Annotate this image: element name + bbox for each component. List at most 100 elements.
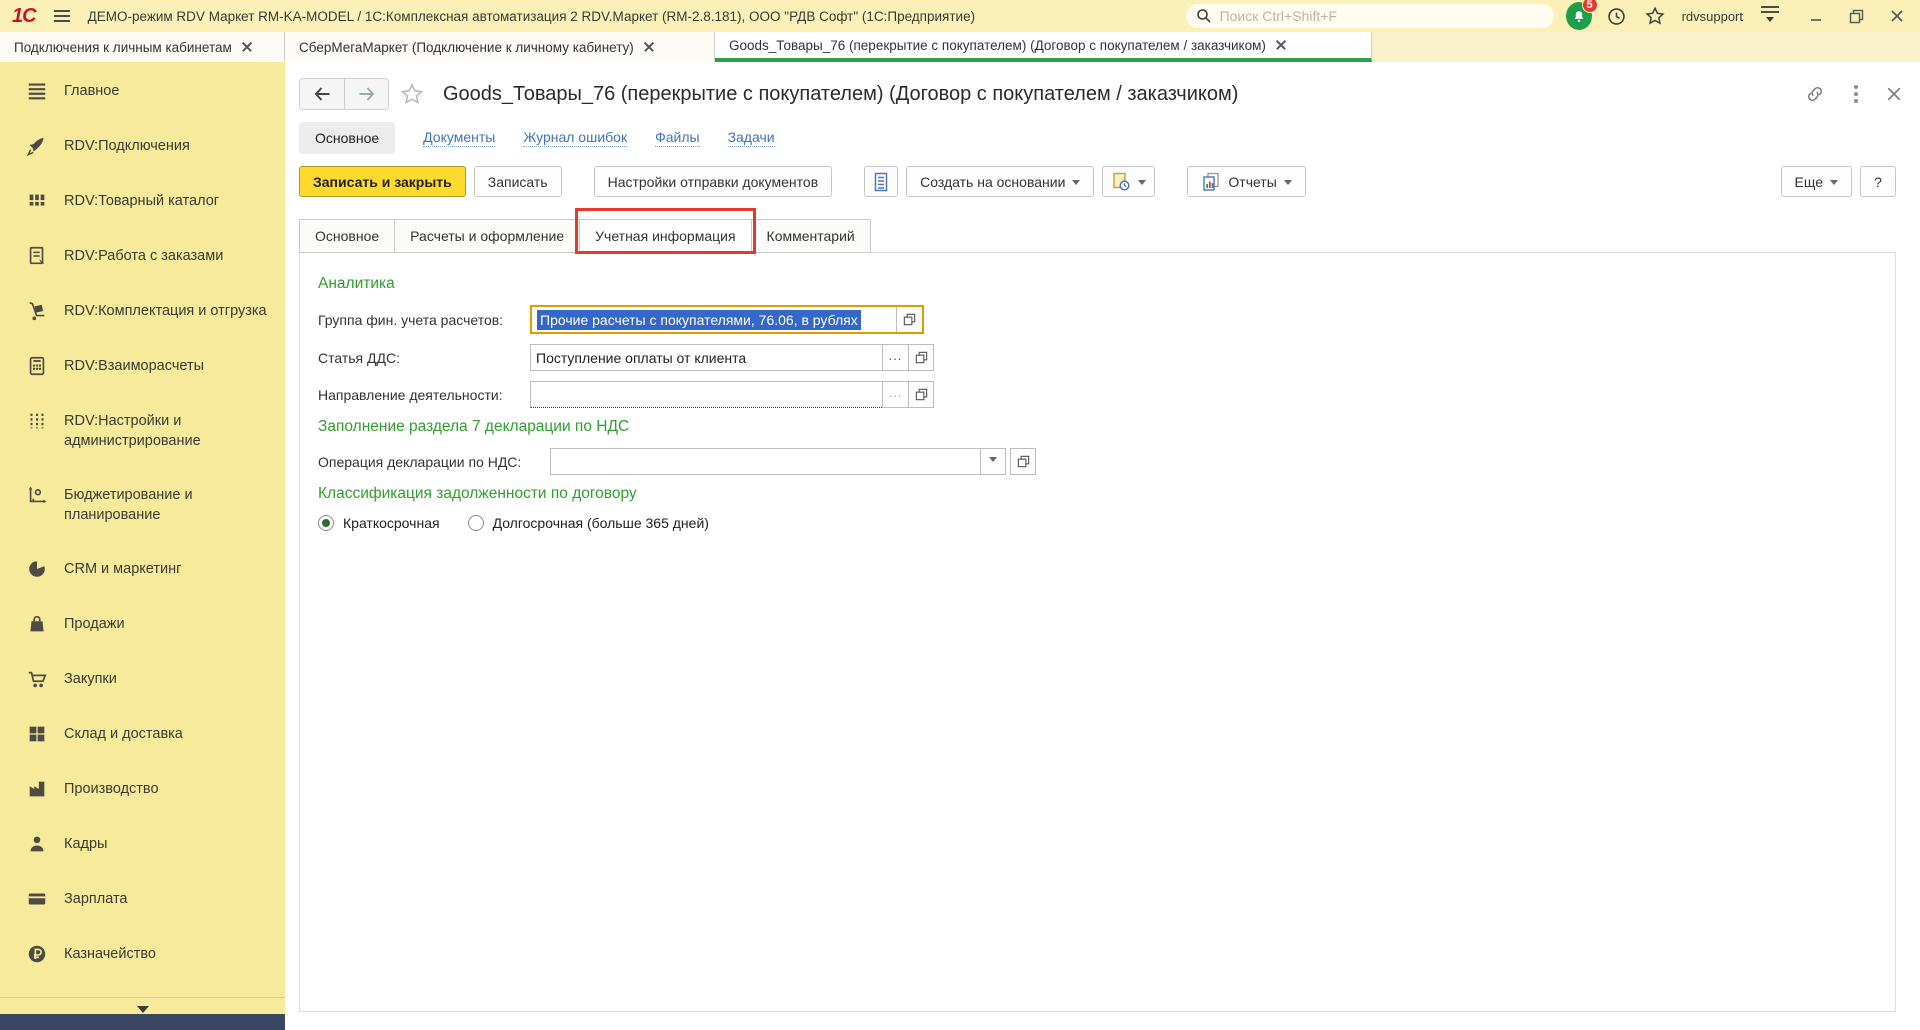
app-title: ДЕМО-режим RDV Маркет RM-KA-MODEL / 1С:К… [87, 8, 976, 24]
activity-field[interactable]: ... [530, 381, 934, 408]
back-button[interactable] [300, 79, 344, 109]
user-menu-button[interactable] [1757, 4, 1783, 28]
sidebar-item-rdv-shipping[interactable]: RDV:Комплектация и отгрузка [0, 284, 285, 339]
form-tab-main[interactable]: Основное [299, 219, 396, 253]
minimize-icon[interactable] [1809, 9, 1823, 23]
sidebar-item-hr[interactable]: Кадры [0, 817, 285, 872]
radio-short-term[interactable]: Краткосрочная [318, 515, 440, 531]
calculator-icon [29, 356, 45, 376]
document-timer-dropdown-button[interactable] [1102, 166, 1156, 197]
forward-button[interactable] [344, 79, 388, 109]
settings-sliders-icon [30, 413, 44, 429]
favorites-button[interactable] [1642, 3, 1668, 29]
close-tab-icon[interactable] [1276, 40, 1286, 50]
dds-select-button[interactable]: ... [882, 344, 908, 371]
window-tab-goods-contract[interactable]: Goods_Товары_76 (перекрытие с покупателе… [715, 32, 1372, 62]
titlebar: 1С ДЕМО-режим RDV Маркет RM-KA-MODEL / 1… [0, 0, 1920, 32]
caret-down-icon [1072, 179, 1081, 189]
help-button[interactable]: ? [1860, 166, 1896, 197]
navlink-main[interactable]: Основное [299, 122, 396, 154]
link-icon[interactable] [1804, 83, 1826, 105]
navlink-tasks[interactable]: Задачи [727, 129, 775, 147]
sidebar-item-crm[interactable]: CRM и маркетинг [0, 542, 285, 597]
radio-long-term[interactable]: Долгосрочная (больше 365 дней) [467, 515, 709, 531]
vat-operation-dropdown-button[interactable] [980, 448, 1006, 475]
toolbar: Записать и закрыть Записать Настройки от… [285, 156, 1920, 205]
dds-value: Поступление оплаты от клиента [536, 349, 747, 366]
form-tab-accounting-info[interactable]: Учетная информация [575, 208, 756, 254]
activity-select-button[interactable]: ... [882, 381, 908, 408]
dds-field[interactable]: Поступление оплаты от клиента ... [530, 344, 934, 371]
fin-group-open-button[interactable] [896, 307, 922, 332]
caret-down-icon [989, 457, 997, 466]
caret-down-icon [1138, 179, 1147, 189]
reports-button[interactable]: Отчеты [1187, 166, 1306, 197]
fin-group-value: Прочие расчеты с покупателями, 76.06, в … [537, 309, 861, 330]
history-button[interactable] [1604, 3, 1630, 29]
activity-open-button[interactable] [908, 381, 934, 408]
sidebar-item-financial-result[interactable]: Финансовый результат и контроллинг [0, 982, 285, 997]
sidebar-item-production[interactable]: Производство [0, 762, 285, 817]
sidebar-item-rdv-admin[interactable]: RDV:Настройки и администрирование [0, 394, 285, 468]
window-tab-connections[interactable]: Подключения к личным кабинетам [0, 32, 285, 62]
dds-open-button[interactable] [908, 344, 934, 371]
sidebar-item-purchases[interactable]: Закупки [0, 652, 285, 707]
sidebar-item-rdv-orders[interactable]: RDV:Работа с заказами [0, 229, 285, 284]
sidebar-item-rdv-catalog[interactable]: RDV:Товарный каталог [0, 174, 285, 229]
vat-operation-field[interactable] [550, 448, 1036, 475]
more-button[interactable]: Еще [1780, 166, 1852, 197]
fin-group-field[interactable]: Прочие расчеты с покупателями, 76.06, в … [530, 305, 924, 334]
order-document-icon [29, 246, 45, 265]
radio-selected-icon [318, 515, 334, 531]
main-menu-icon[interactable] [48, 6, 76, 26]
sidebar-item-sales[interactable]: Продажи [0, 597, 285, 652]
restore-window-icon[interactable] [1849, 9, 1864, 24]
vat-operation-open-button[interactable] [1010, 448, 1036, 475]
debt-classification-radios: Краткосрочная Долгосрочная (больше 365 д… [318, 515, 1895, 531]
save-and-close-button[interactable]: Записать и закрыть [299, 166, 466, 197]
register-list-icon [874, 172, 888, 191]
factory-icon [29, 781, 45, 797]
send-settings-button[interactable]: Настройки отправки документов [593, 166, 833, 197]
1c-logo: 1С [12, 4, 37, 27]
close-window-icon[interactable] [1890, 9, 1904, 23]
sidebar-item-rdv-connections[interactable]: RDV:Подключения [0, 119, 285, 174]
sidebar-item-payroll[interactable]: Зарплата [0, 872, 285, 927]
menu-lines-icon [28, 83, 46, 100]
open-icon [903, 313, 916, 326]
notification-badge: 5 [1581, 0, 1598, 13]
handtruck-icon [29, 301, 45, 321]
more-options-icon[interactable] [1850, 85, 1862, 103]
sidebar-item-main[interactable]: Главное [0, 64, 285, 119]
form-tab-calculations[interactable]: Расчеты и оформление [394, 219, 581, 253]
register-records-button[interactable] [864, 166, 899, 197]
form-tab-comment[interactable]: Комментарий [750, 219, 871, 253]
sidebar-item-rdv-settlements[interactable]: RDV:Взаиморасчеты [0, 339, 285, 394]
accounting-info-panel: Аналитика Группа фин. учета расчетов: Пр… [299, 252, 1896, 1012]
navlink-error-log[interactable]: Журнал ошибок [523, 129, 628, 147]
navlink-files[interactable]: Файлы [655, 129, 700, 147]
bell-icon: 5 [1565, 0, 1598, 30]
sidebar-items: Главное RDV:Подключения RDV:Товарный кат… [0, 62, 285, 997]
current-user[interactable]: rdvsupport [1682, 9, 1743, 24]
navlink-documents[interactable]: Документы [423, 129, 496, 147]
favorite-star-icon[interactable] [399, 81, 425, 107]
sidebar-item-warehouse[interactable]: Склад и доставка [0, 707, 285, 762]
open-icon [1017, 455, 1029, 468]
caret-down-icon [1283, 179, 1292, 189]
global-search[interactable] [1185, 4, 1554, 28]
close-tab-icon[interactable] [242, 42, 252, 52]
section-debt-header: Классификация задолженности по договору [318, 485, 637, 502]
close-form-icon[interactable] [1886, 86, 1902, 102]
notifications-button[interactable]: 5 [1565, 0, 1598, 30]
form-tabs: Основное Расчеты и оформление Учетная ин… [299, 208, 1920, 254]
save-button[interactable]: Записать [473, 166, 562, 197]
close-tab-icon[interactable] [644, 42, 654, 52]
sidebar-item-treasury[interactable]: Казначейство [0, 927, 285, 982]
dds-label: Статья ДДС: [318, 349, 400, 366]
search-input[interactable] [1217, 7, 1544, 25]
sidebar-scroll-down[interactable] [0, 997, 285, 1014]
sidebar-item-budgeting[interactable]: Бюджетирование и планирование [0, 468, 285, 542]
window-tab-sbermegamarket[interactable]: СберМегаМаркет (Подключение к личному ка… [285, 32, 715, 62]
create-based-on-button[interactable]: Создать на основании [906, 166, 1095, 197]
